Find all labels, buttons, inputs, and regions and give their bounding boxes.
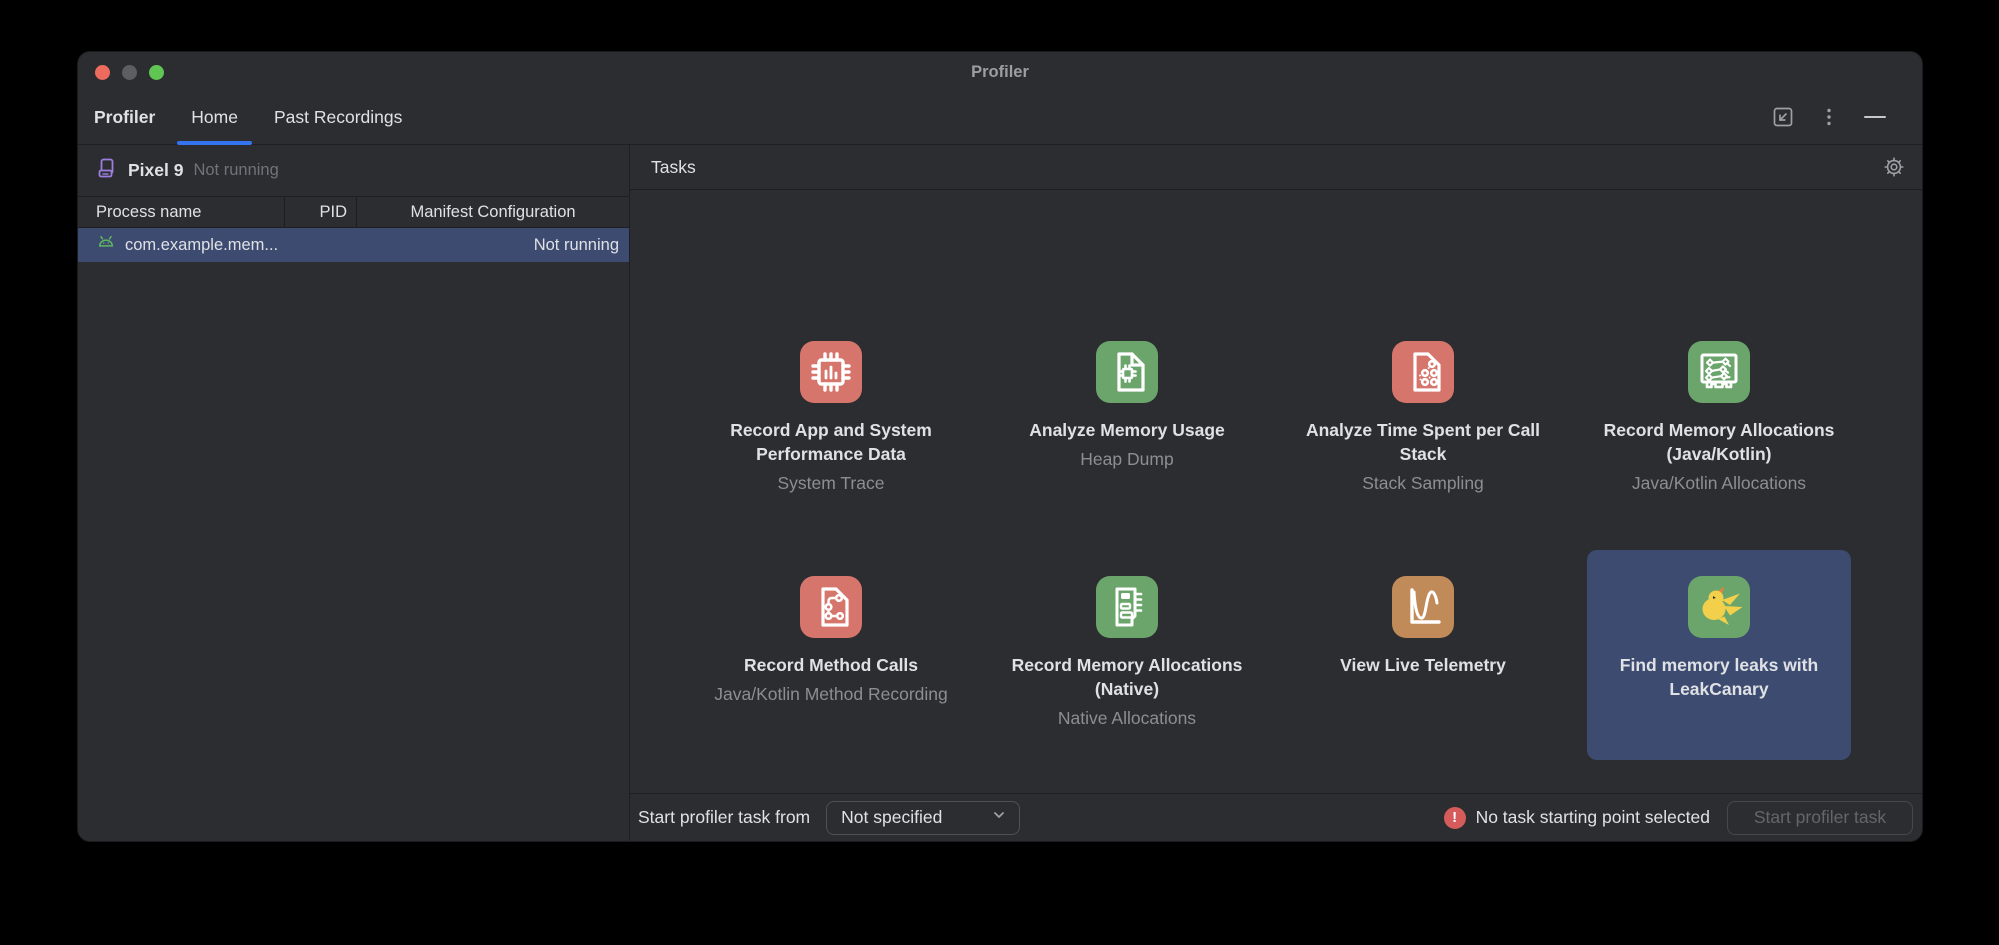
cpu-chart-icon	[800, 341, 862, 403]
title-bar: Profiler	[78, 52, 1922, 90]
memory-list-icon	[1096, 576, 1158, 638]
device-status: Not running	[193, 161, 278, 180]
task-title: Record Memory Allocations (Native)	[995, 653, 1259, 701]
memory-nodes-icon	[1688, 341, 1750, 403]
task-grid: Record App and System Performance Data S…	[699, 315, 1851, 760]
android-icon	[96, 233, 116, 258]
hide-icon[interactable]	[1862, 104, 1888, 130]
task-title: Find memory leaks with LeakCanary	[1587, 653, 1851, 701]
dropdown-value: Not specified	[841, 807, 942, 828]
tab-bar: Profiler Home Past Recordings	[78, 90, 1922, 145]
document-callstack-icon	[1392, 341, 1454, 403]
gear-icon[interactable]	[1880, 153, 1908, 181]
process-list-panel: Pixel 9 Not running Process name PID Man…	[78, 145, 629, 841]
column-manifest-configuration[interactable]: Manifest Configuration	[357, 197, 629, 227]
task-card-record-method-calls[interactable]: Record Method Calls Java/Kotlin Method R…	[699, 550, 963, 760]
task-title: View Live Telemetry	[1326, 653, 1520, 677]
error-icon: !	[1444, 807, 1466, 829]
task-card-live-telemetry[interactable]: View Live Telemetry	[1291, 550, 1555, 760]
task-subtitle: Java/Kotlin Allocations	[1618, 471, 1820, 495]
starting-point-dropdown[interactable]: Not specified	[826, 801, 1020, 835]
window-title: Profiler	[78, 52, 1922, 90]
task-subtitle: System Trace	[764, 471, 899, 495]
chevron-down-icon	[991, 807, 1007, 828]
tab-home[interactable]: Home	[177, 90, 252, 145]
tasks-grid-area: Record App and System Performance Data S…	[630, 190, 1922, 793]
column-pid[interactable]: PID	[285, 197, 357, 227]
task-title: Record App and System Performance Data	[699, 418, 963, 466]
tasks-title: Tasks	[651, 157, 696, 178]
more-options-icon[interactable]	[1816, 104, 1842, 130]
task-card-java-kotlin-allocations[interactable]: Record Memory Allocations (Java/Kotlin) …	[1587, 315, 1851, 525]
process-name: com.example.mem...	[125, 236, 278, 255]
task-card-leakcanary[interactable]: Find memory leaks with LeakCanary	[1587, 550, 1851, 760]
task-card-heap-dump[interactable]: Analyze Memory Usage Heap Dump	[995, 315, 1259, 525]
task-subtitle: Java/Kotlin Method Recording	[700, 682, 961, 706]
document-chip-icon	[1096, 341, 1158, 403]
start-from-label: Start profiler task from	[638, 807, 810, 828]
profiler-window: Profiler Profiler Home Past Recordings	[78, 52, 1922, 841]
tasks-header: Tasks	[630, 145, 1922, 190]
task-subtitle: Stack Sampling	[1348, 471, 1498, 495]
live-wave-icon	[1392, 576, 1454, 638]
desktop-background: Profiler Profiler Home Past Recordings	[0, 0, 1999, 945]
device-name: Pixel 9	[128, 160, 183, 181]
task-title: Record Memory Allocations (Java/Kotlin)	[1587, 418, 1851, 466]
process-table-header: Process name PID Manifest Configuration	[78, 197, 629, 228]
process-manifest-status: Not running	[534, 236, 619, 255]
content-area: Pixel 9 Not running Process name PID Man…	[78, 145, 1922, 841]
task-card-system-trace[interactable]: Record App and System Performance Data S…	[699, 315, 963, 525]
task-config-bar: Start profiler task from Not specified !…	[630, 793, 1922, 841]
column-process-name[interactable]: Process name	[78, 197, 285, 227]
device-phone-icon	[96, 157, 118, 184]
tabbar-actions	[1770, 104, 1908, 130]
task-title: Analyze Time Spent per Call Stack	[1291, 418, 1555, 466]
task-title: Analyze Memory Usage	[1015, 418, 1239, 442]
start-profiler-task-button[interactable]: Start profiler task	[1727, 801, 1913, 835]
dock-window-icon[interactable]	[1770, 104, 1796, 130]
warning-text: No task starting point selected	[1476, 807, 1710, 828]
task-subtitle: Heap Dump	[1066, 447, 1187, 471]
task-card-native-allocations[interactable]: Record Memory Allocations (Native) Nativ…	[995, 550, 1259, 760]
device-header: Pixel 9 Not running	[78, 145, 629, 197]
task-card-stack-sampling[interactable]: Analyze Time Spent per Call Stack Stack …	[1291, 315, 1555, 525]
tab-past-recordings[interactable]: Past Recordings	[260, 90, 416, 145]
canary-bird-icon	[1688, 576, 1750, 638]
bottom-bar-right: ! No task starting point selected Start …	[1444, 801, 1913, 835]
process-row-selected[interactable]: com.example.mem... Not running	[78, 228, 629, 262]
tool-window-label: Profiler	[94, 107, 155, 128]
tasks-panel: Tasks	[629, 145, 1922, 841]
task-title: Record Method Calls	[730, 653, 932, 677]
document-graph-icon	[800, 576, 862, 638]
task-subtitle: Native Allocations	[1044, 706, 1210, 730]
